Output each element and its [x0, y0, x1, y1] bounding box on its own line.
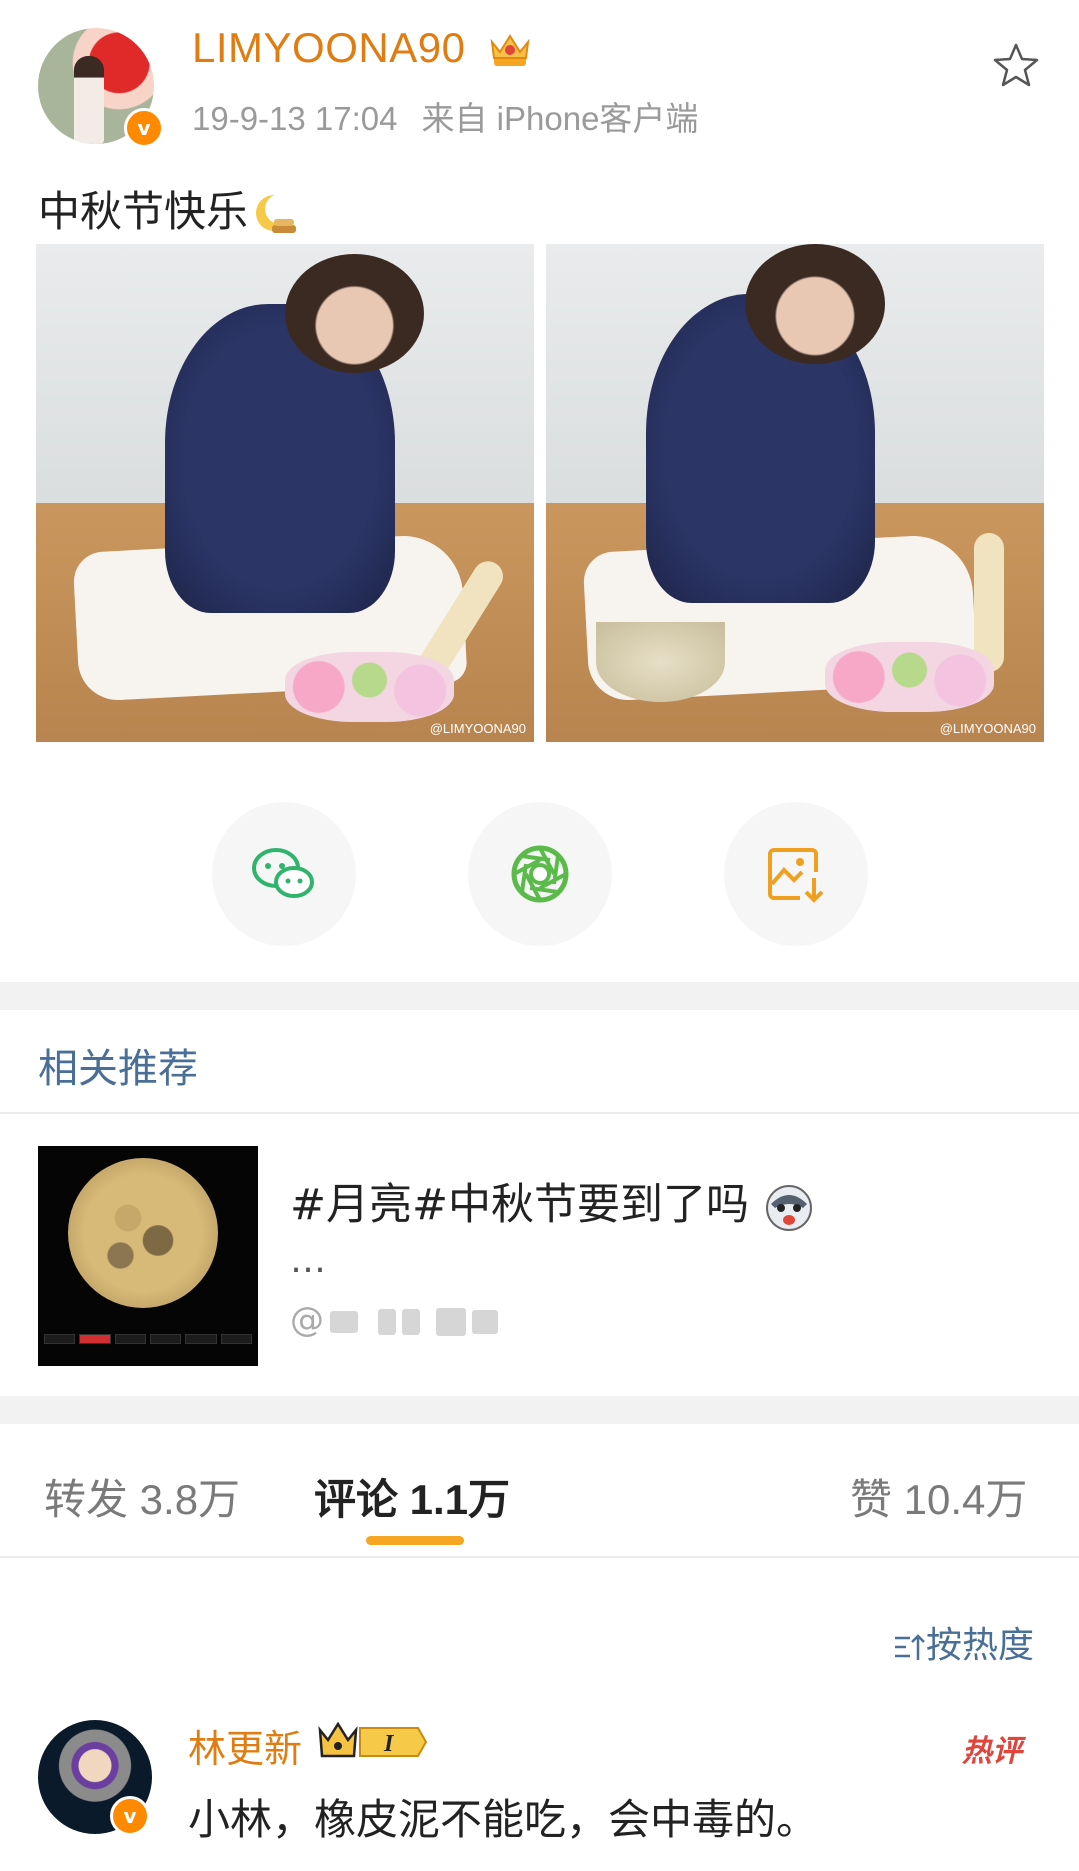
level-badge-text: I — [383, 1731, 395, 1757]
verified-badge-icon: v — [124, 108, 164, 148]
mooncake-emoji-icon — [256, 193, 297, 233]
photo-watermark: @LIMYOONA90 — [429, 721, 526, 736]
verified-badge-icon: v — [110, 1796, 150, 1836]
member-level-badge-icon: I — [318, 1721, 428, 1758]
tab-likes[interactable]: 赞 10.4万 — [850, 1466, 1027, 1527]
related-title: 相关推荐 — [38, 1046, 198, 1092]
photo-watermark: @LIMYOONA90 — [939, 721, 1036, 736]
section-separator — [0, 1396, 1079, 1424]
tab-repost[interactable]: 转发 3.8万 — [44, 1466, 240, 1527]
share-moments-button[interactable] — [468, 802, 612, 946]
divider — [0, 1112, 1079, 1114]
related-ellipsis: … — [290, 1240, 326, 1281]
save-image-icon — [768, 848, 824, 903]
moments-icon — [511, 845, 569, 903]
related-item-text[interactable]: #月亮#中秋节要到了吗 — [290, 1170, 815, 1234]
active-tab-underline — [366, 1536, 464, 1545]
post-text-content: 中秋节快乐 — [38, 187, 249, 236]
favorite-star-icon[interactable] — [990, 40, 1042, 92]
hot-comment-badge: 热评 — [962, 1734, 1022, 1769]
author-username[interactable]: LIMYOONA90 — [192, 24, 465, 72]
post-photo-1[interactable]: @LIMYOONA90 — [36, 244, 534, 742]
sort-toggle[interactable]: 按热度 — [892, 1616, 1034, 1668]
sort-label: 按热度 — [926, 1625, 1035, 1666]
post-source: 来自 iPhone客户端 — [421, 100, 699, 137]
post-date: 19-9-13 17:04 — [192, 100, 398, 137]
related-thumbnail[interactable] — [38, 1146, 258, 1366]
related-item-title: #月亮#中秋节要到了吗 — [290, 1180, 750, 1230]
post-meta: 19-9-13 17:04 来自 iPhone客户端 — [192, 92, 722, 140]
tab-comments[interactable]: 评论 1.1万 — [314, 1466, 510, 1527]
section-separator — [0, 982, 1079, 1010]
save-image-button[interactable] — [724, 802, 868, 946]
commenter-name[interactable]: 林更新 — [188, 1718, 302, 1773]
related-at-sign: @ — [290, 1300, 324, 1340]
wechat-icon — [252, 848, 314, 898]
post-photo-2[interactable]: @LIMYOONA90 — [546, 244, 1044, 742]
post-text: 中秋节快乐 — [38, 178, 300, 239]
sort-icon — [895, 1634, 925, 1660]
divider — [0, 1556, 1079, 1558]
related-author[interactable]: @ — [290, 1300, 498, 1340]
share-wechat-button[interactable] — [212, 802, 356, 946]
comment-text: 小林，橡皮泥不能吃，会中毒的。 — [188, 1795, 819, 1844]
crown-icon — [490, 34, 530, 66]
husky-emoji-icon — [765, 1184, 812, 1231]
